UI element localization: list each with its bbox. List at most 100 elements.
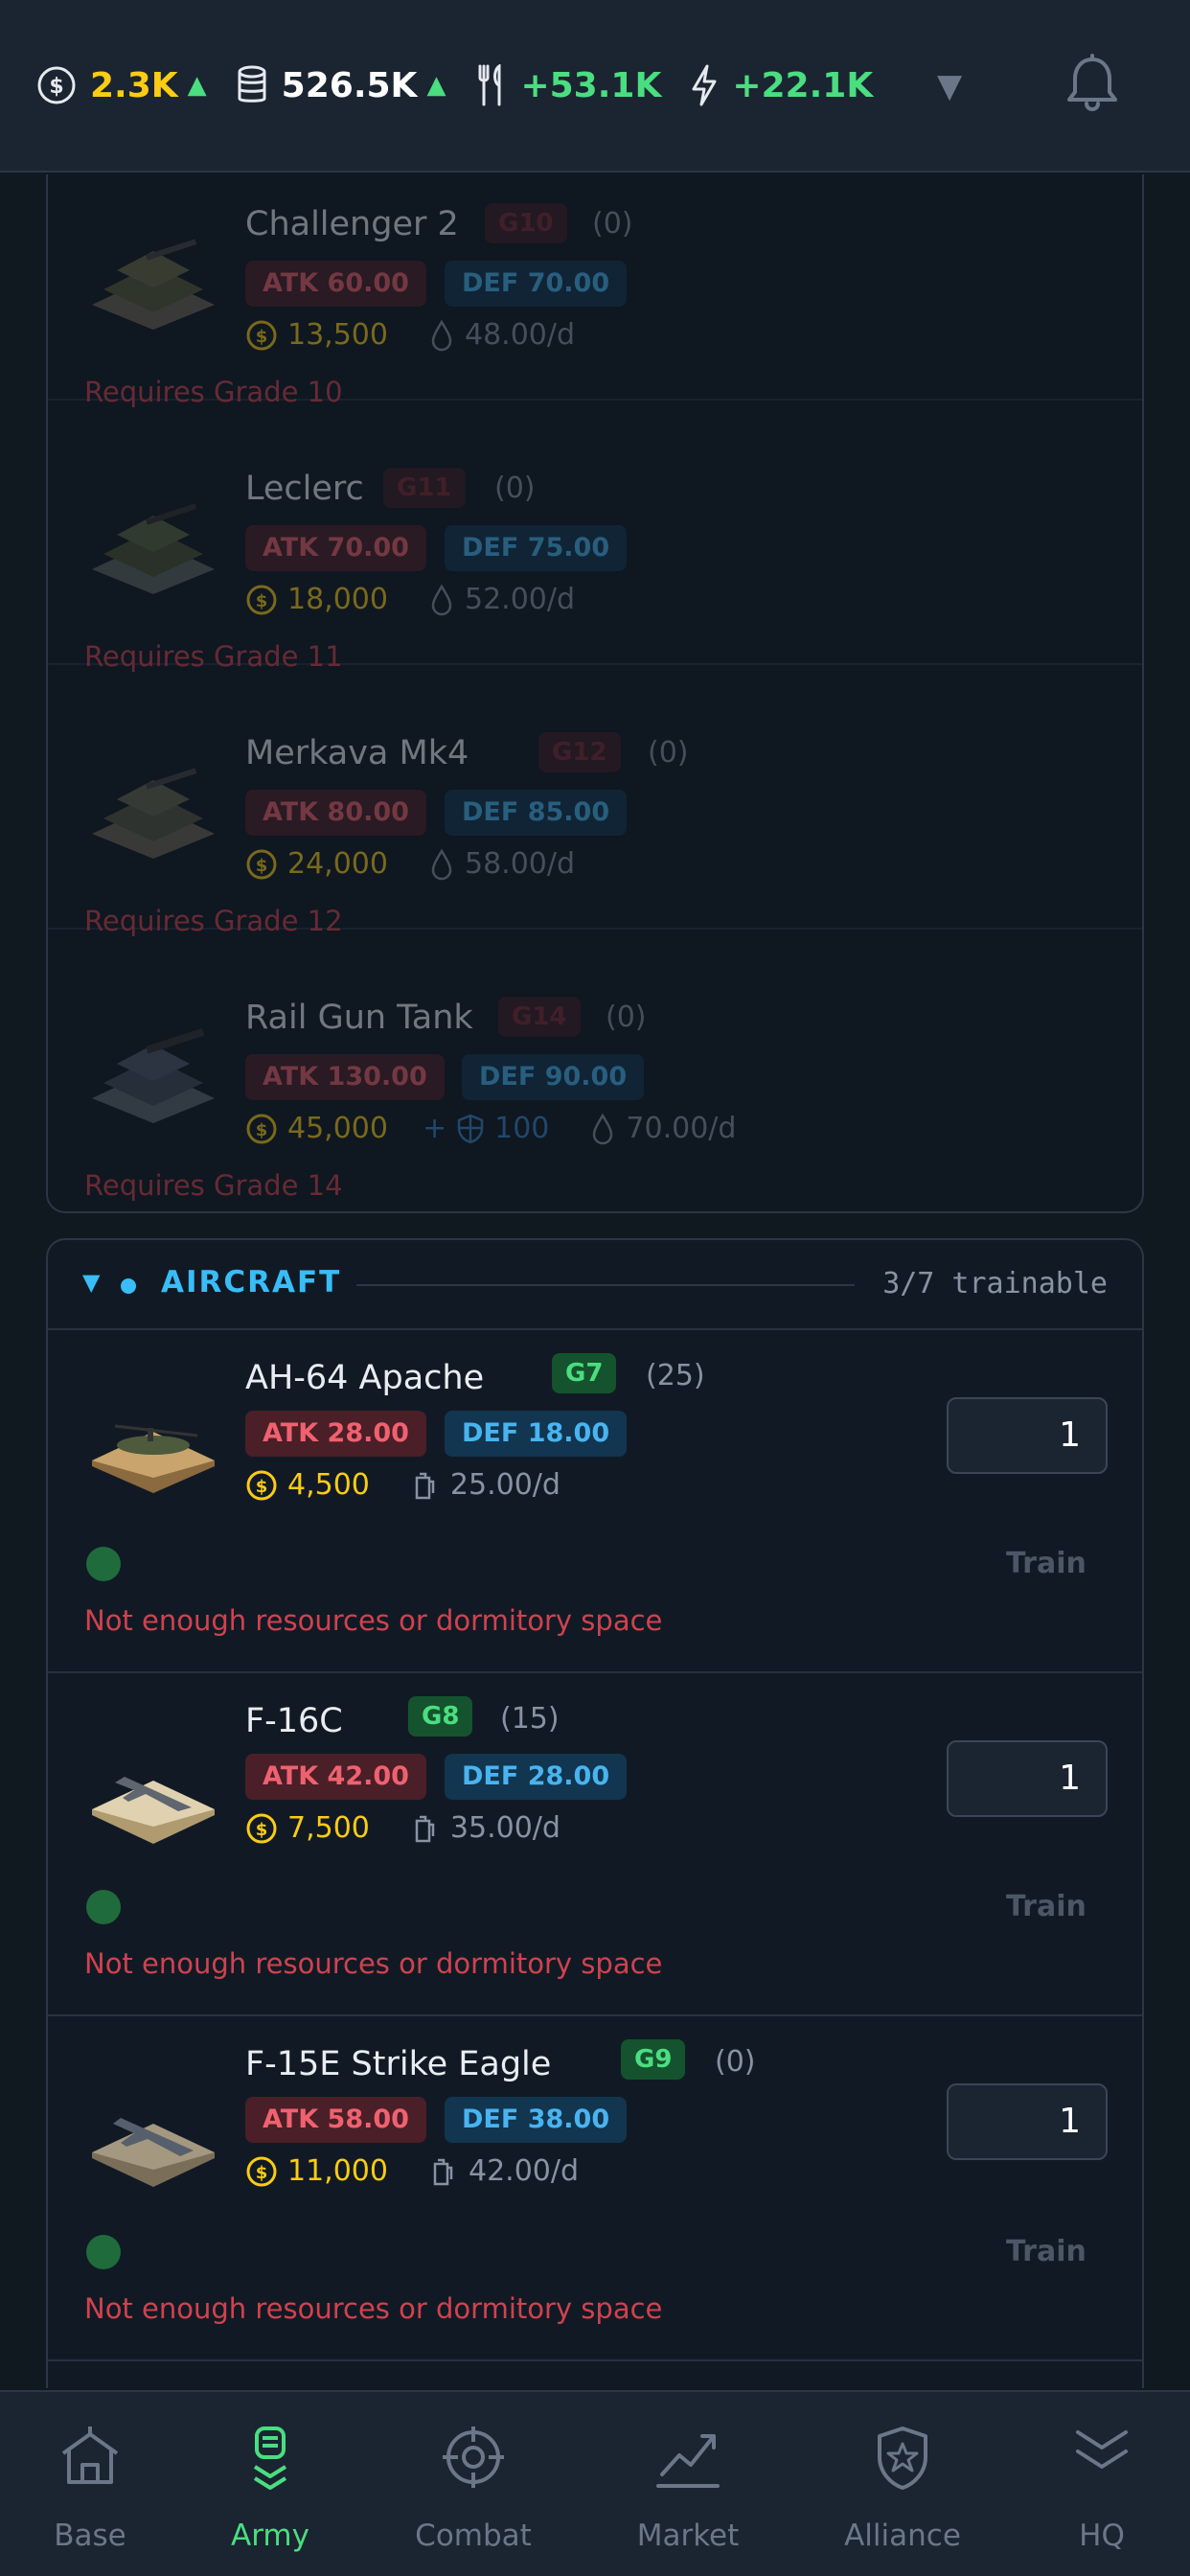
unit-card-leclerc: Leclerc G11 (0) ATK 70.00 DEF 75.00 $ 18… bbox=[48, 401, 1142, 673]
nav-market[interactable]: Market bbox=[592, 2392, 784, 2576]
tank-thumbnail-icon bbox=[92, 239, 215, 330]
nav-label: Alliance bbox=[844, 2518, 961, 2553]
helicopter-thumbnail-icon bbox=[92, 1424, 215, 1493]
unit-card-merkava-mk4: Merkava Mk4 G12 (0) ATK 80.00 DEF 85.00 … bbox=[48, 665, 1142, 937]
unit-cost: 45,000 bbox=[287, 1112, 388, 1145]
def-stat: DEF 75.00 bbox=[445, 525, 628, 571]
unit-name: AH-64 Apache bbox=[245, 1359, 485, 1397]
unit-owned-count: (0) bbox=[606, 1000, 647, 1034]
coin-icon: $ bbox=[246, 1114, 277, 1143]
svg-text:$: $ bbox=[256, 1477, 268, 1497]
quantity-input[interactable]: 1 bbox=[947, 1740, 1108, 1817]
nav-base[interactable]: Base bbox=[0, 2392, 186, 2576]
collapse-toggle-icon[interactable]: ▼ bbox=[82, 1269, 100, 1296]
quantity-input[interactable]: 1 bbox=[947, 1397, 1108, 1474]
def-stat: DEF 18.00 bbox=[445, 1411, 628, 1457]
grade-badge: G9 bbox=[621, 2039, 686, 2080]
coin-icon: $ bbox=[246, 2156, 277, 2186]
nav-army[interactable]: Army bbox=[174, 2392, 366, 2576]
grade-requirement: Requires Grade 14 bbox=[84, 1169, 343, 1202]
unit-cost: 24,000 bbox=[287, 847, 388, 881]
database-trend-icon: ▲ bbox=[426, 71, 446, 100]
unit-card-rail-gun-tank: Rail Gun Tank G14 (0) ATK 130.00 DEF 90.… bbox=[48, 930, 1142, 1213]
svg-text:$: $ bbox=[256, 856, 268, 876]
atk-stat: ATK 130.00 bbox=[245, 1054, 445, 1100]
jet-thumbnail-icon bbox=[92, 1777, 215, 1844]
nav-label: Army bbox=[231, 2518, 309, 2553]
quantity-input[interactable]: 1 bbox=[947, 2083, 1108, 2160]
resource-database: 526.5K ▲ bbox=[236, 65, 446, 105]
cost-line: $ 4,500 25.00/d bbox=[245, 1468, 561, 1502]
unit-name: F-15E Strike Eagle bbox=[245, 2045, 552, 2083]
section-dot-icon bbox=[121, 1278, 136, 1294]
grade-badge: G11 bbox=[383, 468, 466, 508]
unit-list-scroll[interactable]: Challenger 2 G10 (0) ATK 60.00 DEF 70.00… bbox=[0, 174, 1190, 2388]
def-stat: DEF 70.00 bbox=[445, 261, 628, 307]
fuel-can-icon bbox=[415, 1472, 435, 1499]
unit-upkeep: 42.00/d bbox=[468, 2154, 580, 2188]
resource-warning: Not enough resources or dormitory space bbox=[84, 1604, 663, 1637]
unit-card-f-15e-strike-eagle: F-15E Strike Eagle G9 (0) ATK 58.00 DEF … bbox=[48, 2016, 1142, 2361]
chart-line-icon bbox=[656, 2434, 720, 2488]
section-title: AIRCRAFT bbox=[161, 1265, 342, 1300]
grade-badge: G7 bbox=[552, 1353, 617, 1393]
unit-owned-count: (0) bbox=[648, 736, 689, 770]
fuel-can-icon bbox=[415, 1815, 435, 1842]
grade-badge: G10 bbox=[485, 203, 567, 243]
svg-text:$: $ bbox=[256, 1120, 268, 1140]
unit-cost: 18,000 bbox=[287, 583, 388, 616]
train-button[interactable]: Train bbox=[1006, 1547, 1087, 1580]
unit-upkeep: 52.00/d bbox=[464, 583, 576, 616]
nav-hq[interactable]: HQ bbox=[1006, 2392, 1190, 2576]
extra-cost-value: 100 bbox=[494, 1112, 550, 1145]
def-stat: DEF 90.00 bbox=[462, 1054, 645, 1100]
status-indicator-icon bbox=[86, 2235, 121, 2269]
resource-warning: Not enough resources or dormitory space bbox=[84, 1947, 663, 1980]
train-button[interactable]: Train bbox=[1006, 2235, 1087, 2268]
house-icon bbox=[61, 2426, 119, 2484]
fuel-drop-icon bbox=[431, 584, 452, 615]
unit-upkeep: 35.00/d bbox=[449, 1811, 561, 1845]
unit-cost: 7,500 bbox=[287, 1811, 370, 1845]
unit-owned-count: (0) bbox=[494, 472, 536, 505]
atk-stat: ATK 70.00 bbox=[245, 525, 426, 571]
unit-cost: 4,500 bbox=[287, 1468, 370, 1502]
trainable-count: 3/7 trainable bbox=[882, 1267, 1108, 1300]
unit-upkeep: 70.00/d bbox=[626, 1112, 737, 1145]
resource-food: +53.1K bbox=[474, 64, 661, 106]
svg-text:$: $ bbox=[256, 591, 268, 611]
coin-icon: $ bbox=[246, 585, 277, 614]
resources-dropdown-icon[interactable]: ▼ bbox=[937, 67, 975, 105]
unit-owned-count: (15) bbox=[500, 1702, 560, 1736]
atk-stat: ATK 28.00 bbox=[245, 1411, 426, 1457]
train-button[interactable]: Train bbox=[1006, 1890, 1087, 1923]
svg-text:$: $ bbox=[256, 1820, 268, 1840]
unit-upkeep: 25.00/d bbox=[449, 1468, 561, 1502]
nav-combat[interactable]: Combat bbox=[378, 2392, 569, 2576]
tank-thumbnail-icon bbox=[92, 1027, 215, 1123]
cost-line: $ 18,000 52.00/d bbox=[245, 583, 575, 616]
notifications-bell-icon[interactable] bbox=[1064, 54, 1121, 115]
nav-label: Base bbox=[54, 2518, 126, 2553]
fuel-can-icon bbox=[433, 2158, 453, 2185]
nav-alliance[interactable]: Alliance bbox=[807, 2392, 998, 2576]
unit-name: Merkava Mk4 bbox=[245, 734, 469, 772]
cost-line: $ 11,000 42.00/d bbox=[245, 2154, 579, 2188]
chevrons-down-icon bbox=[1076, 2430, 1128, 2469]
database-icon bbox=[238, 65, 266, 103]
tanks-section: Challenger 2 G10 (0) ATK 60.00 DEF 70.00… bbox=[46, 174, 1144, 1213]
def-stat: DEF 85.00 bbox=[445, 790, 628, 836]
unit-name: F-16C bbox=[245, 1702, 343, 1740]
unit-owned-count: (0) bbox=[715, 2045, 756, 2079]
atk-stat: ATK 42.00 bbox=[245, 1754, 426, 1800]
soldier-icon bbox=[253, 2426, 287, 2490]
unit-card-ah-64-apache: AH-64 Apache G7 (25) ATK 28.00 DEF 18.00… bbox=[48, 1330, 1142, 1673]
aircraft-section-header[interactable]: ▼ AIRCRAFT 3/7 trainable bbox=[48, 1240, 1142, 1330]
jet-thumbnail-icon bbox=[92, 2118, 215, 2187]
atk-stat: ATK 58.00 bbox=[245, 2097, 426, 2143]
cost-line: $ 24,000 58.00/d bbox=[245, 847, 575, 881]
cost-line: $ 13,500 48.00/d bbox=[245, 318, 575, 352]
unit-owned-count: (25) bbox=[646, 1359, 705, 1392]
unit-cost: 11,000 bbox=[287, 2154, 388, 2188]
status-indicator-icon bbox=[86, 1547, 121, 1581]
